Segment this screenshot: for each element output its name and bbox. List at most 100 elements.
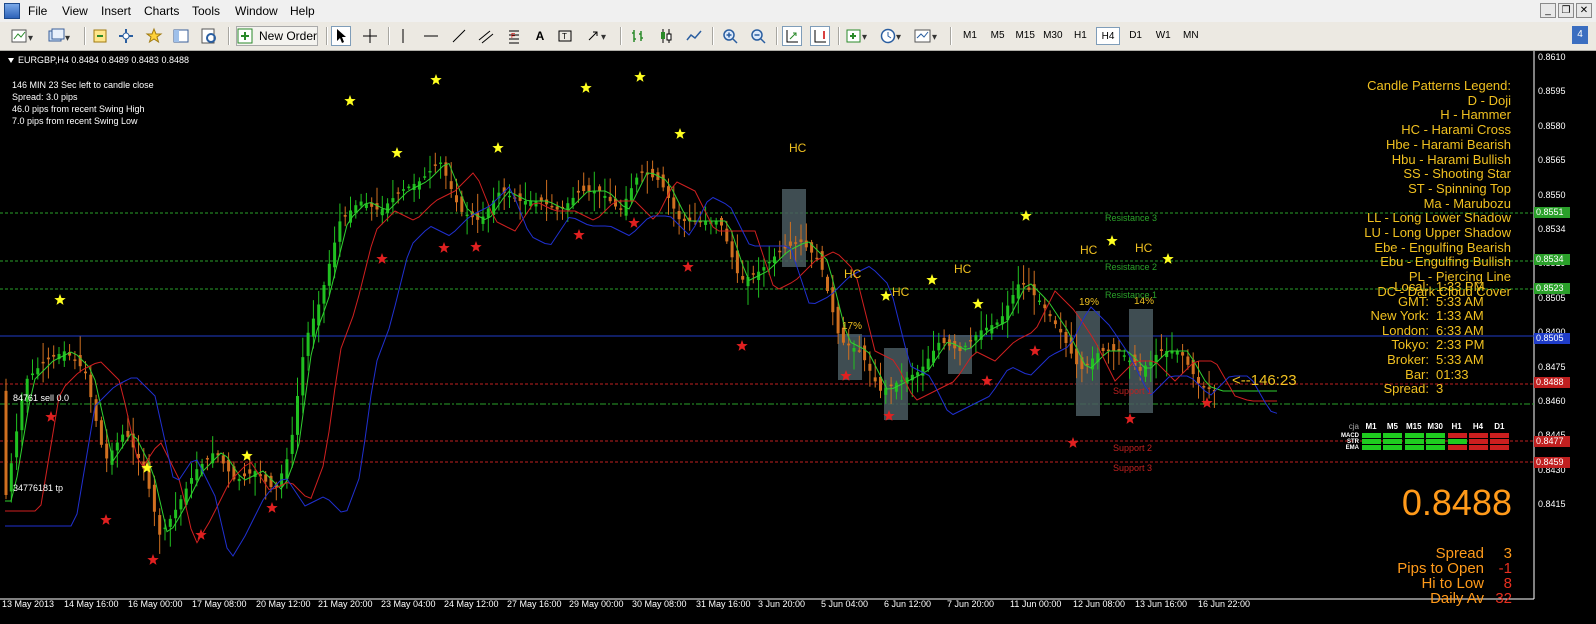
clock-label: New York: bbox=[1370, 308, 1429, 324]
minimize-icon[interactable]: _ bbox=[1540, 3, 1556, 18]
swing-low-star bbox=[573, 229, 585, 240]
x-tick-label: 31 May 16:00 bbox=[696, 599, 751, 609]
market-watch-icon[interactable] bbox=[90, 26, 110, 46]
signal-cell bbox=[1490, 439, 1510, 444]
candlestick-icon[interactable] bbox=[656, 26, 676, 46]
candle-body bbox=[1022, 282, 1026, 285]
favorites-icon[interactable] bbox=[144, 26, 164, 46]
menu-help[interactable]: Help bbox=[290, 4, 315, 18]
clock-label: Local: bbox=[1394, 279, 1429, 294]
app-icon bbox=[4, 3, 20, 19]
timeframe-m1[interactable]: M1 bbox=[958, 27, 982, 45]
clock-value: 1:33 PM bbox=[1436, 279, 1485, 294]
menu-tools[interactable]: Tools bbox=[192, 4, 220, 18]
legend-line: ST - Spinning Top bbox=[1408, 180, 1511, 196]
menu-view[interactable]: View bbox=[62, 4, 88, 18]
text-tool-icon[interactable]: A bbox=[532, 26, 548, 46]
candle-body bbox=[1197, 377, 1200, 384]
timeframe-h4[interactable]: H4 bbox=[1096, 27, 1120, 45]
timeframe-w1[interactable]: W1 bbox=[1151, 27, 1175, 45]
svg-text:▾: ▾ bbox=[28, 33, 33, 44]
price-chart[interactable]: EURGBP,H4 0.8484 0.8489 0.8483 0.8488 14… bbox=[0, 51, 1596, 624]
x-tick-label: 20 May 12:00 bbox=[256, 599, 311, 609]
new-order-button[interactable]: New Order bbox=[236, 26, 318, 46]
candle-body bbox=[751, 273, 755, 275]
candle-body bbox=[4, 390, 8, 495]
legend-line: LU - Long Upper Shadow bbox=[1364, 225, 1511, 240]
indicators-icon[interactable]: ▾ bbox=[845, 26, 873, 46]
text-label-icon[interactable]: T bbox=[556, 26, 574, 46]
candle-body bbox=[863, 345, 867, 361]
periods-icon[interactable]: ▾ bbox=[879, 26, 907, 46]
new-chart-icon[interactable]: ▾ bbox=[8, 26, 38, 46]
strategy-tester-icon[interactable] bbox=[199, 26, 219, 46]
x-tick-label: 16 May 00:00 bbox=[128, 599, 183, 609]
signal-cell bbox=[1404, 445, 1424, 450]
candle-body bbox=[1138, 367, 1142, 371]
restore-icon[interactable]: ❐ bbox=[1558, 3, 1574, 18]
candle-body bbox=[603, 195, 607, 198]
swing-low-star bbox=[266, 502, 278, 513]
cursor-tool-icon[interactable] bbox=[331, 26, 351, 46]
candle-body bbox=[523, 201, 527, 205]
arrows-icon[interactable]: ▾ bbox=[584, 26, 612, 46]
legend-line: SS - Shooting Star bbox=[1403, 166, 1511, 182]
templates-icon[interactable]: ▾ bbox=[913, 26, 943, 46]
trendline-icon[interactable] bbox=[450, 26, 468, 46]
candle-body bbox=[889, 384, 893, 387]
menu-window[interactable]: Window bbox=[235, 4, 278, 18]
chart-shift-icon[interactable] bbox=[810, 26, 830, 46]
current-price: 0.8488 bbox=[1401, 482, 1512, 523]
candle-body bbox=[995, 322, 999, 325]
candle-body bbox=[396, 192, 400, 194]
menu-insert[interactable]: Insert bbox=[101, 4, 131, 18]
navigator-icon[interactable] bbox=[116, 26, 136, 46]
swing-low-star bbox=[195, 529, 207, 540]
x-tick-label: 12 Jun 08:00 bbox=[1073, 599, 1126, 609]
timeframe-mn[interactable]: MN bbox=[1179, 27, 1203, 45]
autoscroll-icon[interactable] bbox=[782, 26, 802, 46]
equidistant-channel-icon[interactable] bbox=[477, 26, 495, 46]
zoom-out-icon[interactable] bbox=[748, 26, 768, 46]
candle-body bbox=[1101, 347, 1105, 351]
timeframe-d1[interactable]: D1 bbox=[1124, 27, 1148, 45]
candle-body bbox=[205, 458, 209, 460]
candle-body bbox=[582, 185, 586, 191]
swing-high-info: 46.0 pips from recent Swing High bbox=[12, 104, 145, 114]
horizontal-line-icon[interactable] bbox=[422, 26, 440, 46]
candle-body bbox=[1112, 344, 1116, 351]
candle-body bbox=[767, 261, 771, 264]
swing-low-star bbox=[1029, 345, 1041, 356]
candle-body bbox=[847, 343, 851, 346]
crosshair-icon[interactable] bbox=[360, 26, 380, 46]
menu-file[interactable]: File bbox=[28, 4, 47, 18]
profiles-icon[interactable]: ▾ bbox=[44, 26, 74, 46]
close-icon[interactable]: ✕ bbox=[1576, 3, 1592, 18]
clock-value: 5:33 AM bbox=[1436, 293, 1484, 309]
y-tick-label: 0.8460 bbox=[1538, 396, 1566, 406]
fibonacci-icon[interactable]: F bbox=[505, 26, 523, 46]
timeframe-m5[interactable]: M5 bbox=[986, 27, 1010, 45]
zoom-in-icon[interactable] bbox=[720, 26, 740, 46]
stats-value: 3 bbox=[1503, 545, 1512, 562]
bar-chart-icon[interactable] bbox=[628, 26, 648, 46]
x-tick-label: 23 May 04:00 bbox=[381, 599, 436, 609]
line-chart-icon[interactable] bbox=[684, 26, 704, 46]
timeframe-m15[interactable]: M15 bbox=[1013, 27, 1037, 45]
candle-close-info: 146 MIN 23 Sec left to candle close bbox=[12, 80, 154, 90]
candle-body bbox=[682, 218, 686, 221]
signal-cell bbox=[1362, 445, 1381, 450]
chart-canvas bbox=[0, 51, 1535, 600]
menu-bar: File View Insert Charts Tools Window Hel… bbox=[0, 0, 1596, 23]
clock-value: 3 bbox=[1436, 381, 1444, 397]
terminal-icon[interactable] bbox=[171, 26, 191, 46]
timeframe-h1[interactable]: H1 bbox=[1068, 27, 1092, 45]
x-tick-label: 24 May 12:00 bbox=[444, 599, 499, 609]
vertical-line-icon[interactable] bbox=[396, 26, 410, 46]
clock-value: 5:33 AM bbox=[1436, 352, 1484, 367]
menu-charts[interactable]: Charts bbox=[144, 4, 179, 18]
legend-line: Ebe - Engulfing Bearish bbox=[1374, 239, 1511, 255]
timeframe-m30[interactable]: M30 bbox=[1041, 27, 1065, 45]
signal-cell bbox=[1426, 439, 1446, 444]
signal-header: H1 bbox=[1451, 422, 1462, 431]
